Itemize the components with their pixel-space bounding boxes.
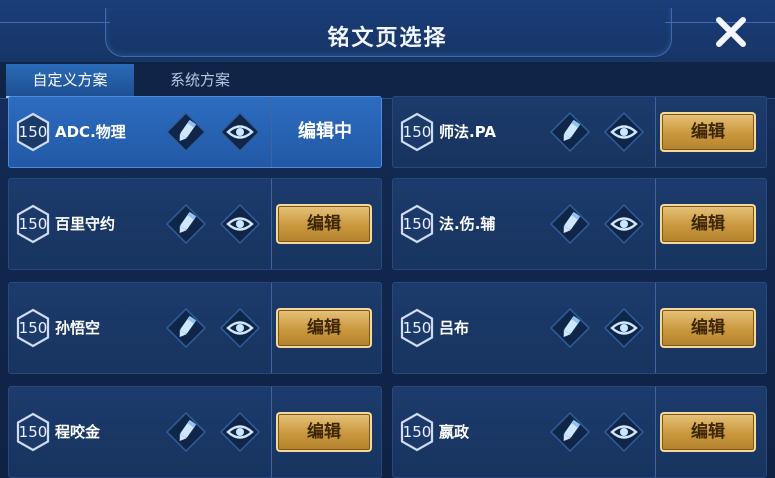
inscription-page-card[interactable]: 150 吕布 编辑 [392, 282, 767, 374]
pencil-icon [165, 203, 207, 245]
card-divider [655, 97, 656, 167]
inscription-level: 150 [18, 123, 48, 141]
preview-button[interactable] [603, 203, 645, 245]
edit-button[interactable]: 编辑 [276, 308, 372, 348]
eye-icon [219, 203, 261, 245]
rename-button[interactable] [549, 111, 591, 153]
pencil-icon [165, 411, 207, 453]
inscription-page-card[interactable]: 150 ADC.物理 编辑中 [8, 96, 382, 168]
inscription-page-name: 百里守约 [55, 215, 116, 233]
eye-icon [603, 203, 645, 245]
preview-button[interactable] [603, 307, 645, 349]
rename-button[interactable] [549, 307, 591, 349]
preview-button[interactable] [603, 111, 645, 153]
card-divider [655, 283, 656, 373]
pencil-icon [549, 111, 591, 153]
rename-button[interactable] [165, 203, 207, 245]
pencil-icon [165, 307, 207, 349]
inscription-level: 150 [402, 423, 432, 441]
card-divider [655, 387, 656, 477]
preview-button[interactable] [219, 203, 261, 245]
inscription-page-card[interactable]: 150 师法.PA 编辑 [392, 96, 767, 168]
edit-button[interactable]: 编辑 [276, 412, 372, 452]
rename-button[interactable] [549, 411, 591, 453]
tab-system-schemes[interactable]: 系统方案 [140, 64, 260, 96]
inscription-level: 150 [402, 123, 432, 141]
card-divider [271, 97, 272, 167]
inscription-page-name: 师法.PA [439, 123, 496, 141]
edit-button[interactable]: 编辑 [660, 308, 756, 348]
inscription-page-name: 吕布 [439, 319, 470, 337]
preview-button[interactable] [219, 411, 261, 453]
edit-button[interactable]: 编辑 [660, 412, 756, 452]
preview-button[interactable] [603, 411, 645, 453]
inscription-level: 150 [402, 319, 432, 337]
rename-button[interactable] [165, 111, 207, 153]
card-divider [271, 387, 272, 477]
inscription-page-card[interactable]: 150 嬴政 编辑 [392, 386, 767, 478]
inscription-level: 150 [18, 423, 48, 441]
inscription-page-card[interactable]: 150 百里守约 编辑 [8, 178, 382, 270]
inscription-page-name: 程咬金 [55, 423, 101, 441]
inscription-page-card[interactable]: 150 法.伤.辅 编辑 [392, 178, 767, 270]
inscription-page-card[interactable]: 150 孙悟空 编辑 [8, 282, 382, 374]
card-divider [271, 179, 272, 269]
inscription-page-name: 孙悟空 [55, 319, 101, 337]
inscription-page-name: 嬴政 [439, 423, 470, 441]
eye-icon [603, 111, 645, 153]
inscription-page-select-dialog: 铭文页选择 自定义方案 系统方案 150 ADC.物理 编辑中 150 师法.PA 编辑 1… [0, 0, 775, 478]
rename-button[interactable] [165, 411, 207, 453]
eye-icon [603, 411, 645, 453]
card-divider [655, 179, 656, 269]
tab-bar: 自定义方案 系统方案 [0, 62, 775, 99]
card-divider [271, 283, 272, 373]
pencil-icon [165, 111, 207, 153]
rename-button[interactable] [549, 203, 591, 245]
inscription-page-name: ADC.物理 [55, 123, 126, 141]
edit-button[interactable]: 编辑 [660, 204, 756, 244]
tab-custom-schemes[interactable]: 自定义方案 [6, 64, 134, 98]
inscription-level: 150 [18, 319, 48, 337]
pencil-icon [549, 203, 591, 245]
inscription-page-card[interactable]: 150 程咬金 编辑 [8, 386, 382, 478]
eye-icon [219, 111, 261, 153]
pencil-icon [549, 307, 591, 349]
eye-icon [219, 411, 261, 453]
eye-icon [219, 307, 261, 349]
inscription-page-name: 法.伤.辅 [439, 215, 496, 233]
dialog-title: 铭文页选择 [327, 26, 448, 51]
pencil-icon [549, 411, 591, 453]
dialog-header: 铭文页选择 [0, 0, 775, 62]
close-button[interactable] [711, 12, 751, 52]
editing-status-label: 编辑中 [298, 121, 352, 142]
preview-button[interactable] [219, 307, 261, 349]
edit-button[interactable]: 编辑 [276, 204, 372, 244]
preview-button[interactable] [219, 111, 261, 153]
edit-button[interactable]: 编辑 [660, 112, 756, 152]
inscription-level: 150 [402, 215, 432, 233]
eye-icon [603, 307, 645, 349]
rename-button[interactable] [165, 307, 207, 349]
close-icon [716, 17, 746, 47]
inscription-level: 150 [18, 215, 48, 233]
